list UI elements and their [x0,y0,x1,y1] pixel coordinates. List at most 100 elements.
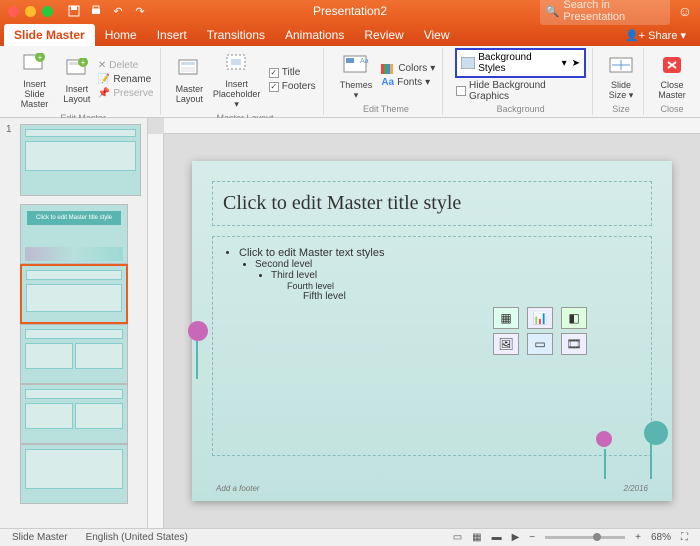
close-icon [658,51,686,79]
layout-thumbnail[interactable] [20,324,128,384]
master-layout-button[interactable]: Master Layout [173,53,205,107]
tab-review[interactable]: Review [354,24,413,46]
ribbon-tabs: Slide Master Home Insert Transitions Ani… [0,22,700,46]
master-thumbnail[interactable] [20,124,141,196]
quick-access-toolbar: ↶ ↷ [67,4,147,18]
statusbar: Slide Master English (United States) ▭ ▦… [0,528,700,546]
footer-date[interactable]: 2/2016 [624,484,648,493]
footers-checkbox[interactable]: ✓Footers [268,80,317,93]
zoom-thumb[interactable] [593,533,601,541]
thumb-title-text: Click to edit Master title style [27,211,121,225]
tab-slide-master[interactable]: Slide Master [4,24,95,46]
insert-layout-label: Insert Layout [63,85,90,105]
vertical-ruler[interactable] [148,134,164,528]
group-label: Background [497,103,545,115]
bullet-l5: Fifth level [303,291,641,302]
tab-transitions[interactable]: Transitions [197,24,275,46]
slide[interactable]: Click to edit Master title style Click t… [192,161,672,501]
title-placeholder[interactable]: Click to edit Master title style [212,181,652,226]
window-controls [8,6,53,17]
zoom-slider[interactable] [545,536,625,539]
video-icon[interactable]: 🎞 [561,333,587,355]
delete-icon: ✕ [98,60,106,71]
status-language[interactable]: English (United States) [86,532,188,543]
zoom-in-icon[interactable]: + [635,532,641,543]
picture-icon[interactable]: 🖼 [493,333,519,355]
colors-label: Colors [398,63,427,74]
chart-icon[interactable]: 📊 [527,307,553,329]
bullet-l2: Second level [255,259,641,270]
layout-thumbnail-selected[interactable] [20,264,128,324]
preserve-label: Preserve [113,88,153,99]
smartart-icon[interactable]: ◧ [561,307,587,329]
background-styles-label: Background Styles [478,52,558,74]
footer-left[interactable]: Add a footer [216,484,260,493]
view-normal-icon[interactable]: ▭ [453,532,462,543]
insert-placeholder-button[interactable]: Insert Placeholder ▾ [209,48,263,112]
layout-thumbnail[interactable] [20,444,128,504]
layout-thumbnail[interactable]: Click to edit Master title style [20,204,128,264]
status-view: Slide Master [12,532,68,543]
view-reading-icon[interactable]: ▬ [492,532,502,543]
tab-view[interactable]: View [414,24,460,46]
search-input[interactable]: 🔍 Search in Presentation [540,0,670,25]
group-master-layout: Master Layout Insert Placeholder ▾ ✓Titl… [167,48,323,115]
slide-size-button[interactable]: Slide Size ▾ [605,49,637,103]
group-size: Slide Size ▾ Size [599,48,644,115]
horizontal-ruler[interactable] [164,118,700,134]
insert-layout-button[interactable]: + Insert Layout [61,53,93,107]
rename-button[interactable]: 📝Rename [97,73,154,86]
svg-text:+: + [38,53,43,62]
flower-decoration-icon [592,431,632,491]
tab-insert[interactable]: Insert [147,24,197,46]
share-label: Share [648,30,677,42]
view-slideshow-icon[interactable]: ▶ [512,532,520,543]
thumbnail-panel[interactable]: 1 Click to edit Master title style [0,118,148,528]
layout-thumbnail[interactable] [20,384,128,444]
tab-home[interactable]: Home [95,24,147,46]
print-icon[interactable] [89,4,103,18]
view-sorter-icon[interactable]: ▦ [472,532,481,543]
table-icon[interactable]: ▦ [493,307,519,329]
close-window-icon[interactable] [8,6,19,17]
preserve-icon: 📌 [98,88,110,99]
colors-button[interactable]: Colors ▾ [380,62,436,75]
help-icon[interactable]: ☺ [678,3,692,19]
group-label: Close [660,103,683,115]
checkbox-checked-icon: ✓ [269,82,279,92]
share-button[interactable]: 👤+Share▾ [615,25,696,46]
insert-slide-master-button[interactable]: + Insert Slide Master [12,48,57,112]
slide-size-icon [607,51,635,79]
rename-icon: 📝 [98,74,110,85]
content-placeholder[interactable]: Click to edit Master text styles Second … [212,236,652,456]
zoom-out-icon[interactable]: − [529,532,535,543]
slide-size-label: Slide Size ▾ [609,81,634,101]
fonts-button[interactable]: AaFonts ▾ [380,76,436,89]
group-edit-theme: Aa Themes ▾ Colors ▾ AaFonts ▾ Edit Them… [330,48,444,115]
fit-to-window-icon[interactable]: ⛶ [681,532,688,543]
minimize-window-icon[interactable] [25,6,36,17]
delete-button[interactable]: ✕Delete [97,59,154,72]
hide-bg-checkbox[interactable]: Hide Background Graphics [455,79,586,103]
themes-icon: Aa [342,51,370,79]
background-styles-button[interactable]: Background Styles ▾➤ [455,48,586,78]
search-icon: 🔍 [546,5,560,18]
title-checkbox[interactable]: ✓Title [268,66,317,79]
maximize-window-icon[interactable] [42,6,53,17]
close-master-button[interactable]: Close Master [656,49,688,103]
save-icon[interactable] [67,4,81,18]
slide-stage[interactable]: Click to edit Master title style Click t… [164,134,700,528]
zoom-level[interactable]: 68% [651,532,671,543]
placeholder-icons: ▦ 📊 ◧ 🖼 ▭ 🎞 [493,307,591,355]
undo-icon[interactable]: ↶ [111,4,125,18]
titlebar: ↶ ↷ Presentation2 🔍 Search in Presentati… [0,0,700,22]
themes-button[interactable]: Aa Themes ▾ [336,49,377,103]
rename-label: Rename [113,74,151,85]
preserve-button[interactable]: 📌Preserve [97,87,154,100]
tab-animations[interactable]: Animations [275,24,354,46]
redo-icon[interactable]: ↷ [133,4,147,18]
insert-placeholder-label: Insert Placeholder ▾ [211,80,261,110]
footers-chk-label: Footers [282,81,316,92]
fonts-label: Fonts [397,77,422,88]
online-picture-icon[interactable]: ▭ [527,333,553,355]
